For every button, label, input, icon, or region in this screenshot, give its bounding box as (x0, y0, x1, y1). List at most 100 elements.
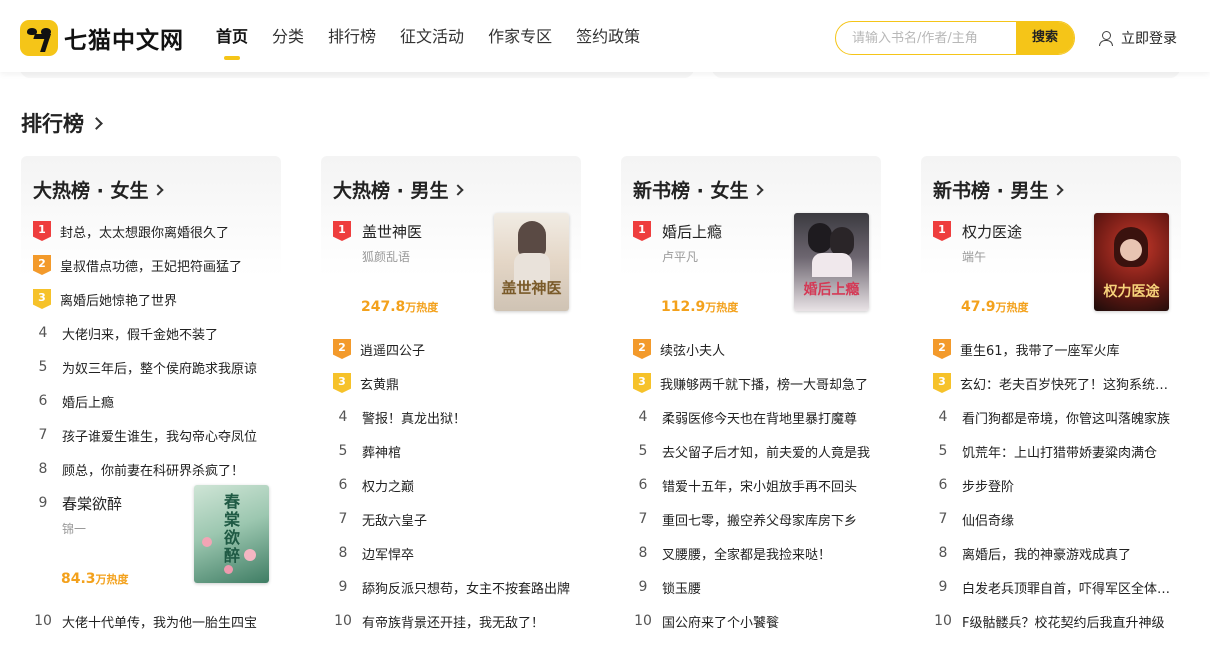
book-title: F级骷髅兵？校花契约后我直升神级 (962, 615, 1165, 631)
book-cover[interactable]: 春棠欲醉 (194, 485, 269, 583)
list-item[interactable]: 3 离婚后她惊艳了世界 (33, 289, 281, 309)
book-cover[interactable]: 盖世神医 (494, 213, 569, 311)
book-title: 锁玉腰 (662, 581, 702, 597)
list-item[interactable]: 8 边军悍卒 (333, 543, 581, 563)
list-item[interactable]: 6 权力之巅 (333, 475, 581, 495)
list-item[interactable]: 10 国公府来了个小饕餮 (633, 611, 881, 631)
book-title: 为奴三年后，整个侯府跪求我原谅 (62, 361, 258, 377)
rank-badge: 2 (333, 339, 351, 359)
rank-number: 6 (38, 393, 48, 409)
rank-number: 8 (38, 461, 48, 477)
list-item[interactable]: 9 锁玉腰 (633, 577, 881, 597)
list-item[interactable]: 4 警报！真龙出狱！ (333, 407, 581, 427)
rank-number: 8 (638, 545, 648, 561)
list-item[interactable]: 2 皇叔借点功德，王妃把符画猛了 (33, 255, 281, 275)
user-icon (1099, 30, 1113, 46)
rank-badge: 3 (333, 373, 351, 393)
list-item[interactable]: 5 葬神棺 (333, 441, 581, 461)
book-title: 离婚后她惊艳了世界 (60, 293, 178, 309)
search-input[interactable] (836, 22, 1016, 54)
site-logo[interactable]: 七猫中文网 (20, 20, 184, 56)
list-item[interactable]: 9 舔狗反派只想苟，女主不按套路出牌 (333, 577, 581, 597)
rank-number: 10 (334, 613, 352, 629)
column-title-text: 新书榜 · 女生 (633, 180, 749, 202)
login-label: 立即登录 (1121, 31, 1177, 47)
ranking-column-hot-female: 大热榜 · 女生 1 封总，太太想跟你离婚很久了 2 皇叔借点功德，王妃把符画猛了 … (21, 156, 281, 660)
book-title: 错爱十五年，宋小姐放手再不回头 (662, 479, 858, 495)
book-title: 离婚后，我的神豪游戏成真了 (962, 547, 1132, 563)
ranking-section-title[interactable]: 排行榜 (21, 108, 103, 138)
nav-contract-policy[interactable]: 签约政策 (576, 26, 640, 48)
list-item[interactable]: 3 玄幻：老夫百岁快死了！这狗系统才来 (933, 373, 1181, 393)
rank-number: 9 (638, 579, 648, 595)
list-item[interactable]: 7 无敌六皇子 (333, 509, 581, 529)
list-item[interactable]: 7 仙侣奇缘 (933, 509, 1181, 529)
list-item[interactable]: 10 大佬十代单传，我为他一胎生四宝 (33, 611, 281, 631)
list-item[interactable]: 1 封总，太太想跟你离婚很久了 (33, 221, 281, 241)
rank-number: 5 (938, 443, 948, 459)
book-title: 玄幻：老夫百岁快死了！这狗系统才来 (960, 377, 1170, 393)
list-item[interactable]: 6 婚后上瘾 (33, 391, 281, 411)
book-cover[interactable]: 权力医途 (1094, 213, 1169, 311)
list-item[interactable]: 5 去父留子后才知，前夫爱的人竟是我 (633, 441, 881, 461)
column-title-text: 大热榜 · 男生 (333, 180, 449, 202)
book-title: 重生61，我带了一座军火库 (960, 343, 1120, 359)
nav-author-zone[interactable]: 作家专区 (488, 26, 552, 48)
book-title: 盖世神医 (362, 223, 423, 241)
book-title: 舔狗反派只想苟，女主不按套路出牌 (362, 581, 571, 597)
list-item[interactable]: 2 续弦小夫人 (633, 339, 881, 359)
list-item[interactable]: 4 柔弱医修今天也在背地里暴打魔尊 (633, 407, 881, 427)
rank-number: 8 (938, 545, 948, 561)
rank-number: 6 (938, 477, 948, 493)
nav-ranking[interactable]: 排行榜 (328, 26, 376, 48)
chevron-right-icon (90, 116, 103, 130)
book-title: 警报！真龙出狱！ (362, 411, 467, 427)
list-item[interactable]: 7 重回七零，搬空养父母家库房下乡 (633, 509, 881, 529)
list-item[interactable]: 8 叉腰腰，全家都是我捡来哒！ (633, 543, 881, 563)
nav-home[interactable]: 首页 (216, 26, 248, 60)
list-item[interactable]: 2 重生61，我带了一座军火库 (933, 339, 1181, 359)
list-item[interactable]: 2 逍遥四公子 (333, 339, 581, 359)
list-item[interactable]: 8 顾总，你前妻在科研界杀疯了！ (33, 459, 281, 479)
rank-number: 5 (38, 359, 48, 375)
cover-title: 权力医途 (1103, 284, 1160, 300)
list-item[interactable]: 10 F级骷髅兵？校花契约后我直升神级 (933, 611, 1181, 631)
rank-number: 9 (938, 579, 948, 595)
list-item[interactable]: 9 白发老兵顶罪自首，吓得军区全体出动 (933, 577, 1181, 597)
rank-number: 5 (338, 443, 348, 459)
nav-category[interactable]: 分类 (272, 26, 304, 48)
rank-number: 8 (338, 545, 348, 561)
list-item[interactable]: 6 错爱十五年，宋小姐放手再不回头 (633, 475, 881, 495)
list-item[interactable]: 4 大佬归来，假千金她不装了 (33, 323, 281, 343)
column-title[interactable]: 新书榜 · 男生 (933, 176, 1065, 203)
book-title: 我赚够两千就下播，榜一大哥却急了 (660, 377, 869, 393)
search-button[interactable]: 搜索 (1016, 22, 1074, 54)
chevron-right-icon (452, 183, 465, 196)
list-item[interactable]: 5 为奴三年后，整个侯府跪求我原谅 (33, 357, 281, 377)
column-title[interactable]: 新书榜 · 女生 (633, 176, 765, 203)
list-item[interactable]: 7 孩子谁爱生谁生，我勾帝心夺凤位 (33, 425, 281, 445)
login-link[interactable]: 立即登录 (1099, 28, 1177, 48)
list-item[interactable]: 8 离婚后，我的神豪游戏成真了 (933, 543, 1181, 563)
book-author: 卢平凡 (662, 250, 699, 264)
rank-number: 7 (938, 511, 948, 527)
list-item[interactable]: 6 步步登阶 (933, 475, 1181, 495)
book-cover[interactable]: 婚后上瘾 (794, 213, 869, 311)
book-title: 大佬十代单传，我为他一胎生四宝 (62, 615, 258, 631)
book-title: 皇叔借点功德，王妃把符画猛了 (60, 259, 243, 275)
book-title: 玄黄鼎 (360, 377, 400, 393)
nav-contest[interactable]: 征文活动 (400, 26, 464, 48)
book-title: 权力医途 (962, 223, 1023, 241)
rank-number: 10 (34, 613, 52, 629)
rank-badge: 3 (33, 289, 51, 309)
list-item[interactable]: 4 看门狗都是帝境，你管这叫落魄家族 (933, 407, 1181, 427)
column-title[interactable]: 大热榜 · 男生 (333, 176, 465, 203)
rank-number: 7 (338, 511, 348, 527)
list-item[interactable]: 5 饥荒年：上山打猎带娇妻粱肉满仓 (933, 441, 1181, 461)
list-item[interactable]: 3 我赚够两千就下播，榜一大哥却急了 (633, 373, 881, 393)
rank-number: 7 (638, 511, 648, 527)
main-nav: 首页 分类 排行榜 征文活动 作家专区 签约政策 (216, 26, 664, 60)
column-title[interactable]: 大热榜 · 女生 (33, 176, 165, 203)
list-item[interactable]: 10 有帝族背景还开挂，我无敌了！ (333, 611, 581, 631)
list-item[interactable]: 3 玄黄鼎 (333, 373, 581, 393)
